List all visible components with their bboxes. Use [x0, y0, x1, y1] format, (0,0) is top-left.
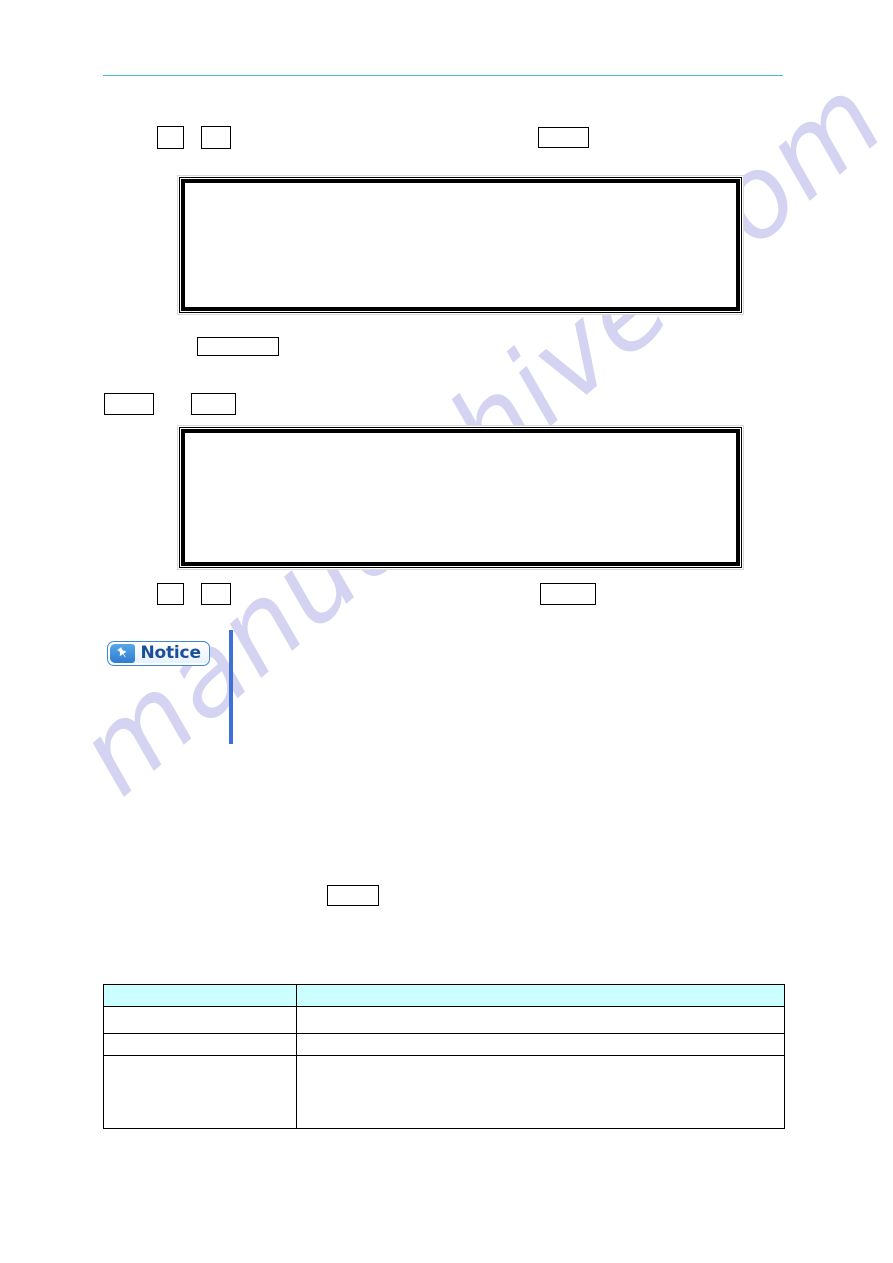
field-caption-1[interactable]	[197, 337, 279, 356]
screen-capture-1-inner	[179, 177, 742, 313]
spec-table	[103, 984, 785, 1129]
spec-row-2-value	[296, 1033, 785, 1056]
spec-row-1-value	[296, 1006, 785, 1034]
spec-table-header-row	[103, 984, 785, 1007]
field-step1-a[interactable]	[157, 126, 184, 149]
spec-row-1-key	[103, 1006, 297, 1034]
table-row	[103, 1033, 785, 1056]
screen-capture-2-inner	[179, 427, 742, 568]
field-step2-a[interactable]	[104, 393, 154, 415]
field-step2-b[interactable]	[191, 393, 236, 415]
table-row	[103, 1055, 785, 1129]
spec-row-2-key	[103, 1033, 297, 1056]
spec-row-3-value	[296, 1055, 785, 1129]
spec-row-3-key	[103, 1055, 297, 1129]
header-rule	[103, 75, 783, 76]
field-note-ref[interactable]	[327, 885, 379, 906]
field-step3-a[interactable]	[157, 583, 184, 605]
field-step3-right[interactable]	[540, 583, 596, 605]
field-step3-b[interactable]	[201, 583, 231, 605]
screen-capture-2	[177, 425, 744, 570]
pushpin-icon	[109, 644, 135, 663]
field-step1-right[interactable]	[538, 127, 589, 148]
spec-header-description	[296, 984, 785, 1007]
field-step1-b[interactable]	[201, 126, 231, 149]
notice-label: Notice	[134, 644, 208, 663]
notice-dashed-divider	[229, 630, 233, 744]
screen-capture-1	[177, 175, 744, 315]
document-page: manualshive.com	[0, 0, 893, 1263]
spec-header-parameter	[103, 984, 297, 1007]
table-row	[103, 1006, 785, 1034]
notice-badge: Notice	[107, 641, 211, 666]
page-content: Notice	[0, 0, 893, 1263]
